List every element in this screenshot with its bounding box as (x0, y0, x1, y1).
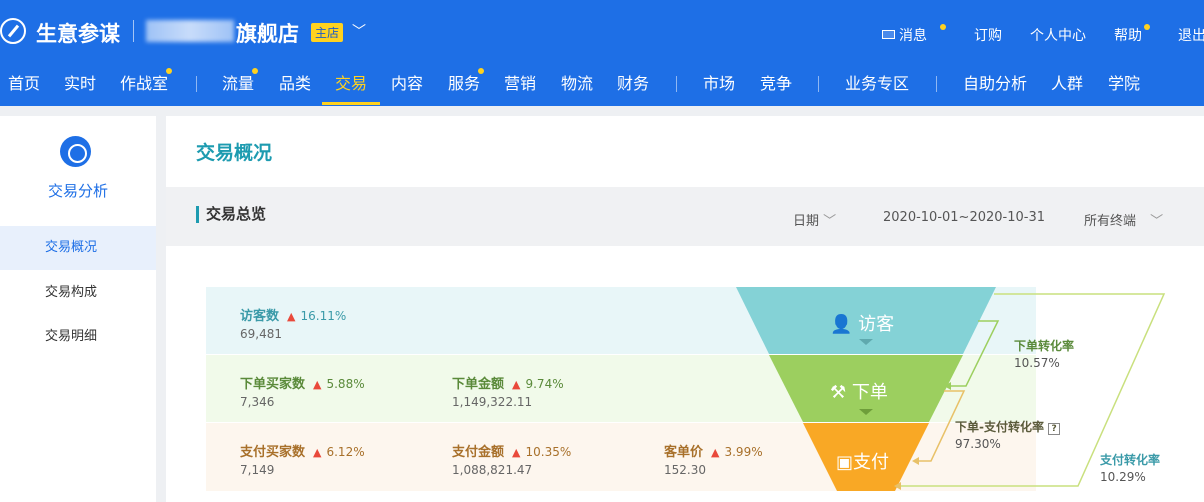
trade-analysis-icon (60, 136, 91, 167)
app-title[interactable]: 生意参谋 (36, 18, 120, 48)
sidebar-title: 交易分析 (47, 182, 108, 200)
bracket-arrow (912, 457, 919, 465)
header-brand-row: 生意参谋 旗舰店 主店 ﹀ 消息 订购 个人中心 帮助 退出 (0, 0, 1204, 60)
stage-pay-label[interactable]: ▣支付 (836, 448, 889, 474)
nav-content[interactable]: 内容 (391, 70, 423, 94)
nav-business-zone[interactable]: 业务专区 (845, 70, 909, 94)
mail-icon (882, 30, 895, 39)
nav-home[interactable]: 首页 (8, 70, 40, 94)
subscribe-link[interactable]: 订购 (974, 25, 1002, 45)
stage-visit-label[interactable]: 👤 访客 (830, 310, 894, 336)
conversion-label: 下单-支付转化率 (955, 420, 1044, 434)
conversion-label: 下单转化率 (1014, 339, 1075, 353)
conversion-pay: 支付转化率 10.29% (1100, 451, 1160, 484)
shop-name-redacted (146, 20, 234, 42)
logout-link[interactable]: 退出 (1178, 25, 1204, 45)
conversion-value: 10.29% (1100, 470, 1146, 484)
nav-traffic-dot (252, 68, 258, 74)
sidebar-item-overview[interactable]: 交易概况 (0, 226, 156, 270)
sidebar: 交易分析 交易概况 交易构成 交易明细 (0, 116, 156, 502)
nav-realtime[interactable]: 实时 (64, 70, 96, 94)
conversion-order-pay: 下单-支付转化率 ? 97.30% (955, 418, 1061, 451)
nav-marketing[interactable]: 营销 (504, 70, 536, 94)
nav-competition[interactable]: 竞争 (760, 70, 792, 94)
help-icon[interactable]: ? (1048, 423, 1061, 435)
nav-logistics[interactable]: 物流 (561, 70, 593, 94)
chevron-down-icon[interactable]: ﹀ (352, 21, 366, 41)
stage-name: 支付 (853, 452, 890, 473)
nav-market[interactable]: 市场 (703, 70, 735, 94)
conversion-label: 支付转化率 (1100, 453, 1161, 467)
nav-trade[interactable]: 交易 (335, 70, 367, 94)
personal-center-link[interactable]: 个人中心 (1030, 25, 1086, 45)
top-links: 消息 订购 个人中心 帮助 退出 (874, 24, 1204, 45)
compass-logo-icon[interactable] (0, 18, 26, 44)
nav-active-indicator (322, 102, 380, 105)
nav-divider (936, 76, 937, 92)
title-divider (133, 20, 134, 42)
conversion-order: 下单转化率 10.57% (1014, 337, 1074, 370)
nav-divider (196, 76, 197, 92)
main-nav: 首页 实时 作战室 流量 品类 交易 内容 服务 营销 物流 财务 市场 竞争 … (0, 62, 1204, 106)
hammer-icon: ⚒ (830, 382, 847, 403)
conversion-value: 97.30% (955, 437, 1001, 451)
help-link[interactable]: 帮助 (1114, 25, 1142, 45)
nav-traffic[interactable]: 流量 (222, 70, 254, 94)
main-panel: 交易概况 交易总览 日期 ﹀ 2020-10-01~2020-10-31 所有终… (166, 116, 1204, 502)
nav-self-analysis[interactable]: 自助分析 (963, 70, 1027, 94)
conversion-value: 10.57% (1014, 356, 1060, 370)
nav-war-room[interactable]: 作战室 (120, 70, 168, 94)
nav-crowd[interactable]: 人群 (1051, 70, 1083, 94)
messages-dot (940, 24, 946, 30)
nav-academy[interactable]: 学院 (1108, 70, 1140, 94)
nav-divider (818, 76, 819, 92)
nav-service-dot (478, 68, 484, 74)
nav-war-room-dot (166, 68, 172, 74)
user-icon: 👤 (830, 314, 853, 335)
messages-label: 消息 (899, 28, 927, 44)
stage-name: 下单 (851, 382, 888, 403)
sidebar-item-composition[interactable]: 交易构成 (0, 271, 156, 315)
wallet-icon: ▣ (836, 452, 854, 473)
nav-finance[interactable]: 财务 (617, 70, 649, 94)
nav-category[interactable]: 品类 (279, 70, 311, 94)
stage-order-label[interactable]: ⚒ 下单 (830, 378, 888, 404)
stage-name: 访客 (858, 314, 895, 335)
shop-name: 旗舰店 (236, 22, 299, 46)
main-shop-badge: 主店 (311, 23, 344, 42)
help-dot (1144, 24, 1150, 30)
top-header: 生意参谋 旗舰店 主店 ﹀ 消息 订购 个人中心 帮助 退出 首页 实时 作战室… (0, 0, 1204, 106)
nav-service[interactable]: 服务 (448, 70, 480, 94)
sidebar-item-details[interactable]: 交易明细 (0, 315, 156, 359)
messages-link[interactable]: 消息 (882, 25, 927, 45)
nav-divider (676, 76, 677, 92)
